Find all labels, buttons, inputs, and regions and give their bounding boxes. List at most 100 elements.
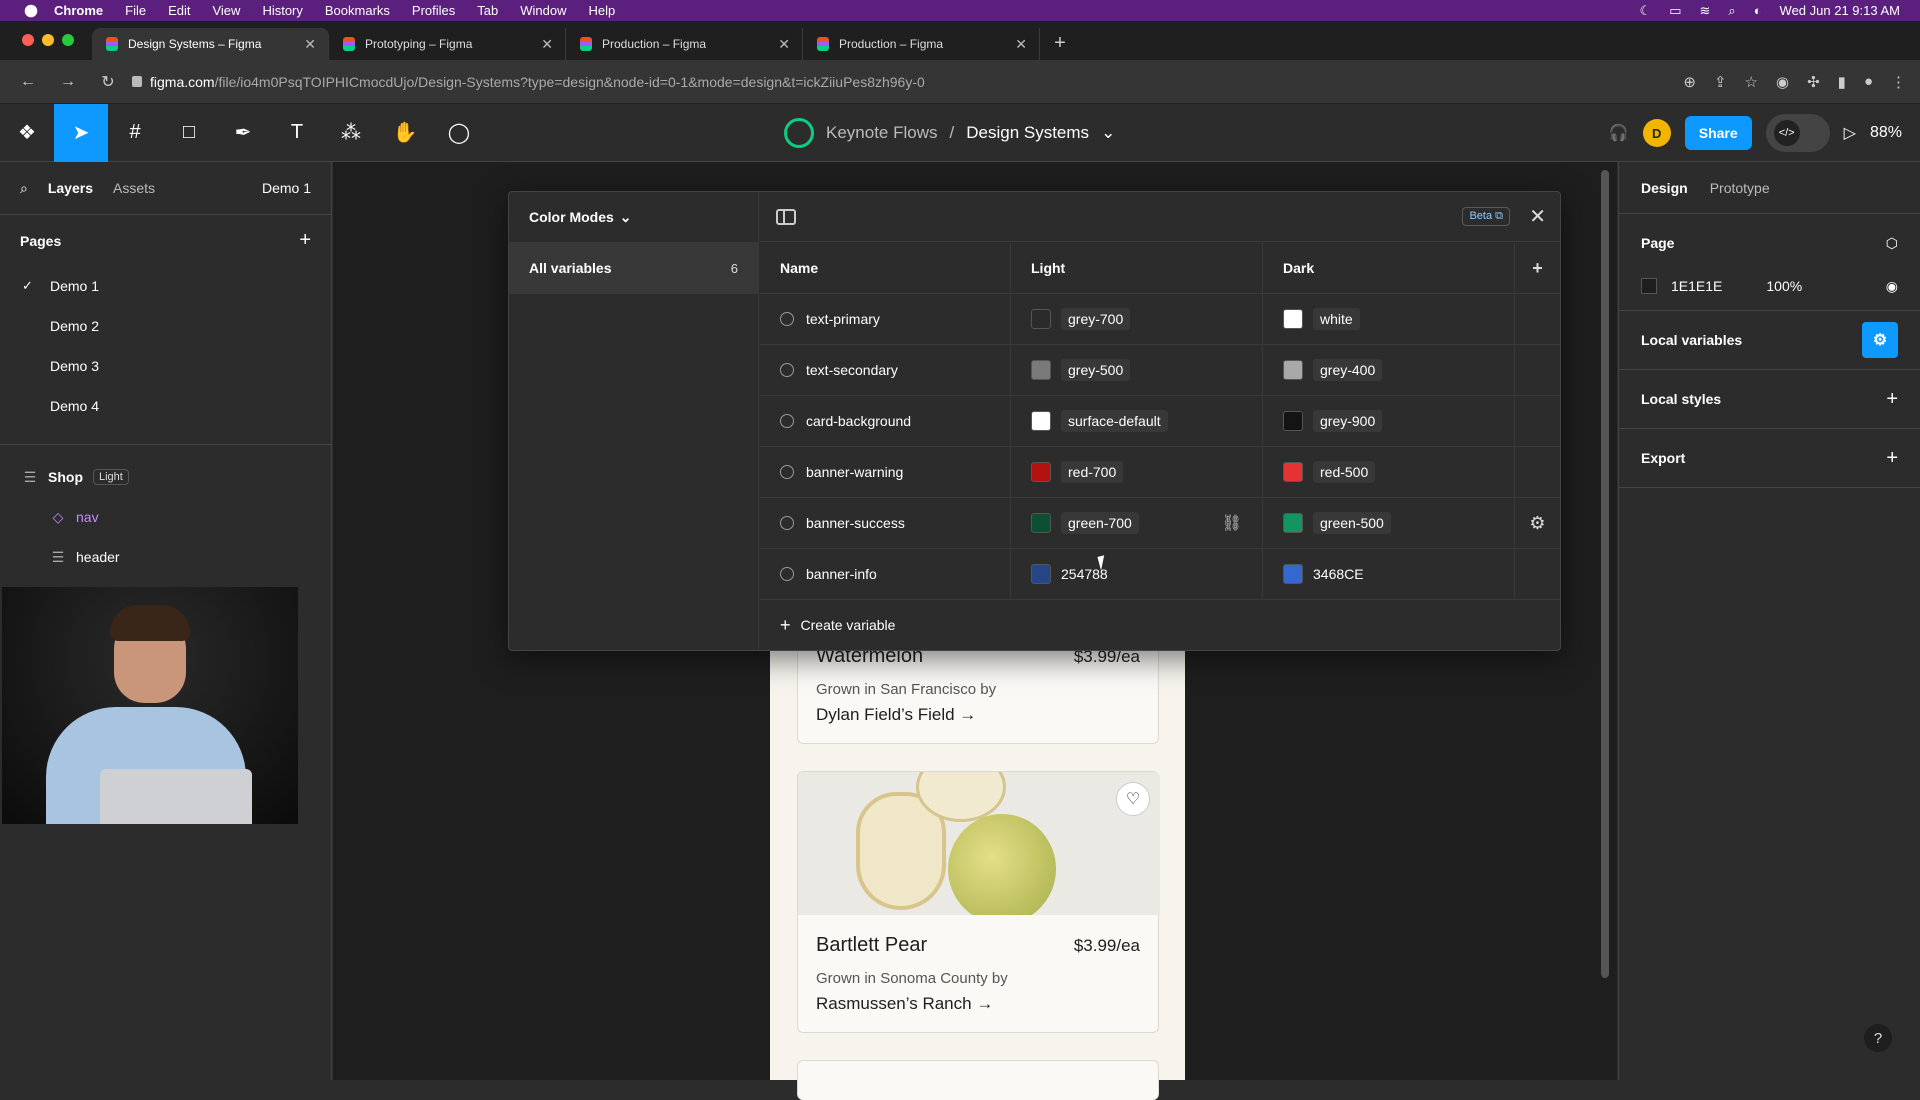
color-swatch[interactable] bbox=[1031, 513, 1051, 533]
share-button[interactable]: Share bbox=[1684, 116, 1752, 150]
spotlight-icon[interactable]: ⌕ bbox=[1728, 3, 1735, 19]
new-tab-button[interactable]: + bbox=[1040, 32, 1080, 55]
beta-badge[interactable]: Beta ⧉ bbox=[1462, 207, 1510, 226]
menu-tab[interactable]: Tab bbox=[477, 3, 498, 18]
browser-tab[interactable]: Design Systems – Figma ✕ bbox=[92, 28, 329, 60]
color-swatch[interactable] bbox=[1283, 411, 1303, 431]
url-field[interactable]: figma.com/file/io4m0PsqTOIPHICmocdUjo/De… bbox=[132, 74, 925, 90]
dark-value-cell[interactable]: grey-900 bbox=[1263, 396, 1515, 446]
forward-icon[interactable]: → bbox=[56, 73, 80, 91]
project-name[interactable]: Keynote Flows bbox=[826, 123, 938, 143]
table-row[interactable]: banner-success green-700 ⛓ green-500 ⚙ bbox=[760, 498, 1560, 549]
variable-name-cell[interactable]: card-background bbox=[760, 396, 1011, 446]
clock[interactable]: Wed Jun 21 9:13 AM bbox=[1780, 3, 1900, 18]
product-card[interactable]: Watermelon $3.99/ea Grown in San Francis… bbox=[797, 640, 1159, 744]
variable-name-cell[interactable]: banner-success bbox=[760, 498, 1011, 548]
move-tool-button[interactable]: ➤ bbox=[54, 103, 108, 162]
dark-value-cell[interactable]: green-500 bbox=[1263, 498, 1515, 548]
color-swatch[interactable] bbox=[1283, 360, 1303, 380]
table-row[interactable]: card-background surface-default grey-900 bbox=[760, 396, 1560, 447]
zoom-icon[interactable]: ⊕ bbox=[1683, 73, 1696, 91]
back-icon[interactable]: ← bbox=[16, 73, 40, 91]
comment-tool-button[interactable]: ◯ bbox=[432, 104, 486, 162]
page-item[interactable]: Demo 3 bbox=[0, 346, 331, 386]
present-icon[interactable]: ▷ bbox=[1844, 123, 1856, 143]
table-row[interactable]: text-secondary grey-500 grey-400 bbox=[760, 345, 1560, 396]
menu-file[interactable]: File bbox=[125, 3, 146, 18]
close-tab-icon[interactable]: ✕ bbox=[541, 36, 553, 53]
page-color-value[interactable]: 1E1E1E bbox=[1671, 278, 1722, 294]
wifi-icon[interactable]: ≋ bbox=[1700, 3, 1711, 19]
control-center-icon[interactable]: ◐ bbox=[1754, 3, 1762, 18]
alias-pill[interactable]: white bbox=[1313, 308, 1360, 330]
text-tool-button[interactable]: T bbox=[270, 104, 324, 162]
sidepanel-icon[interactable]: ▮ bbox=[1838, 73, 1846, 91]
product-card[interactable] bbox=[797, 1060, 1159, 1100]
menu-view[interactable]: View bbox=[212, 3, 240, 18]
alias-pill[interactable]: surface-default bbox=[1061, 410, 1168, 432]
page-opacity-value[interactable]: 100% bbox=[1766, 278, 1802, 294]
color-swatch[interactable] bbox=[1031, 360, 1051, 380]
light-value-cell[interactable]: grey-500 bbox=[1011, 345, 1263, 395]
zoom-window-button[interactable] bbox=[62, 34, 74, 46]
color-swatch[interactable] bbox=[1283, 309, 1303, 329]
headphones-icon[interactable]: 🎧 bbox=[1609, 123, 1629, 143]
layer-item[interactable]: ☰ Shop Light bbox=[0, 457, 331, 497]
color-swatch[interactable] bbox=[1031, 411, 1051, 431]
table-row[interactable]: banner-warning red-700 red-500 bbox=[760, 447, 1560, 498]
detach-alias-icon[interactable]: ⛓ bbox=[1222, 513, 1242, 533]
main-menu-button[interactable]: ❖ bbox=[0, 104, 54, 162]
file-name[interactable]: Design Systems bbox=[966, 123, 1089, 143]
page-color-swatch[interactable] bbox=[1641, 278, 1657, 294]
dev-mode-toggle[interactable]: </> bbox=[1765, 114, 1830, 152]
menu-history[interactable]: History bbox=[262, 3, 302, 18]
dark-value-cell[interactable]: red-500 bbox=[1263, 447, 1515, 497]
tab-design[interactable]: Design bbox=[1641, 180, 1688, 196]
color-swatch[interactable] bbox=[1283, 462, 1303, 482]
mode-badge[interactable]: Light bbox=[93, 469, 129, 485]
dark-value-cell[interactable]: grey-400 bbox=[1263, 345, 1515, 395]
battery-icon[interactable]: ▭ bbox=[1669, 3, 1681, 19]
chevron-down-icon[interactable]: ⌄ bbox=[1101, 123, 1115, 143]
toggle-sidebar-icon[interactable] bbox=[776, 208, 796, 225]
alias-pill[interactable]: grey-900 bbox=[1313, 410, 1383, 432]
visibility-eye-icon[interactable]: ◉ bbox=[1886, 278, 1898, 295]
table-row[interactable]: text-primary grey-700 white bbox=[760, 294, 1560, 345]
table-row[interactable]: banner-info 254788 3468CE bbox=[760, 549, 1560, 600]
tab-assets[interactable]: Assets bbox=[113, 180, 155, 196]
alias-pill[interactable]: green-500 bbox=[1313, 512, 1391, 534]
product-card[interactable]: ♡ Bartlett Pear $3.99/ea Grown in Sonoma… bbox=[797, 771, 1160, 1033]
menu-help[interactable]: Help bbox=[589, 3, 616, 18]
menu-app[interactable]: Chrome bbox=[54, 3, 103, 18]
close-tab-icon[interactable]: ✕ bbox=[1015, 36, 1027, 53]
light-value-cell[interactable]: green-700 ⛓ bbox=[1011, 498, 1263, 548]
profile-icon[interactable]: ● bbox=[1864, 73, 1873, 91]
browser-tab[interactable]: Production – Figma ✕ bbox=[566, 28, 803, 60]
add-export-icon[interactable]: + bbox=[1886, 447, 1898, 470]
layer-item[interactable]: ☰ header bbox=[0, 537, 331, 577]
frame-tool-button[interactable]: # bbox=[108, 104, 162, 162]
alias-pill[interactable]: grey-700 bbox=[1061, 308, 1131, 330]
alias-pill[interactable]: red-700 bbox=[1061, 461, 1124, 483]
collection-dropdown[interactable]: Color Modes ⌄ bbox=[509, 192, 758, 242]
add-style-icon[interactable]: + bbox=[1886, 388, 1898, 411]
menu-edit[interactable]: Edit bbox=[168, 3, 190, 18]
resources-button[interactable]: ⁂ bbox=[324, 104, 378, 162]
browser-tab[interactable]: Prototyping – Figma ✕ bbox=[329, 28, 566, 60]
color-swatch[interactable] bbox=[1031, 309, 1051, 329]
dark-value-cell[interactable]: 3468CE bbox=[1263, 549, 1515, 599]
zoom-level[interactable]: 88% bbox=[1870, 124, 1902, 142]
color-swatch[interactable] bbox=[1283, 513, 1303, 533]
bookmark-star-icon[interactable]: ☆ bbox=[1745, 73, 1758, 91]
browser-tab[interactable]: Production – Figma ✕ bbox=[803, 28, 1040, 60]
hand-tool-button[interactable]: ✋ bbox=[378, 104, 432, 162]
open-variables-icon[interactable]: ⚙ bbox=[1862, 322, 1898, 358]
variable-name-cell[interactable]: banner-warning bbox=[760, 447, 1011, 497]
alias-pill[interactable]: red-500 bbox=[1313, 461, 1376, 483]
edit-variable-icon[interactable]: ⚙ bbox=[1515, 498, 1560, 548]
variable-name-cell[interactable]: text-secondary bbox=[760, 345, 1011, 395]
menu-bookmarks[interactable]: Bookmarks bbox=[325, 3, 390, 18]
alias-pill[interactable]: grey-400 bbox=[1313, 359, 1383, 381]
page-item[interactable]: Demo 2 bbox=[0, 306, 331, 346]
styles-icon[interactable]: ⬡ bbox=[1886, 235, 1898, 252]
